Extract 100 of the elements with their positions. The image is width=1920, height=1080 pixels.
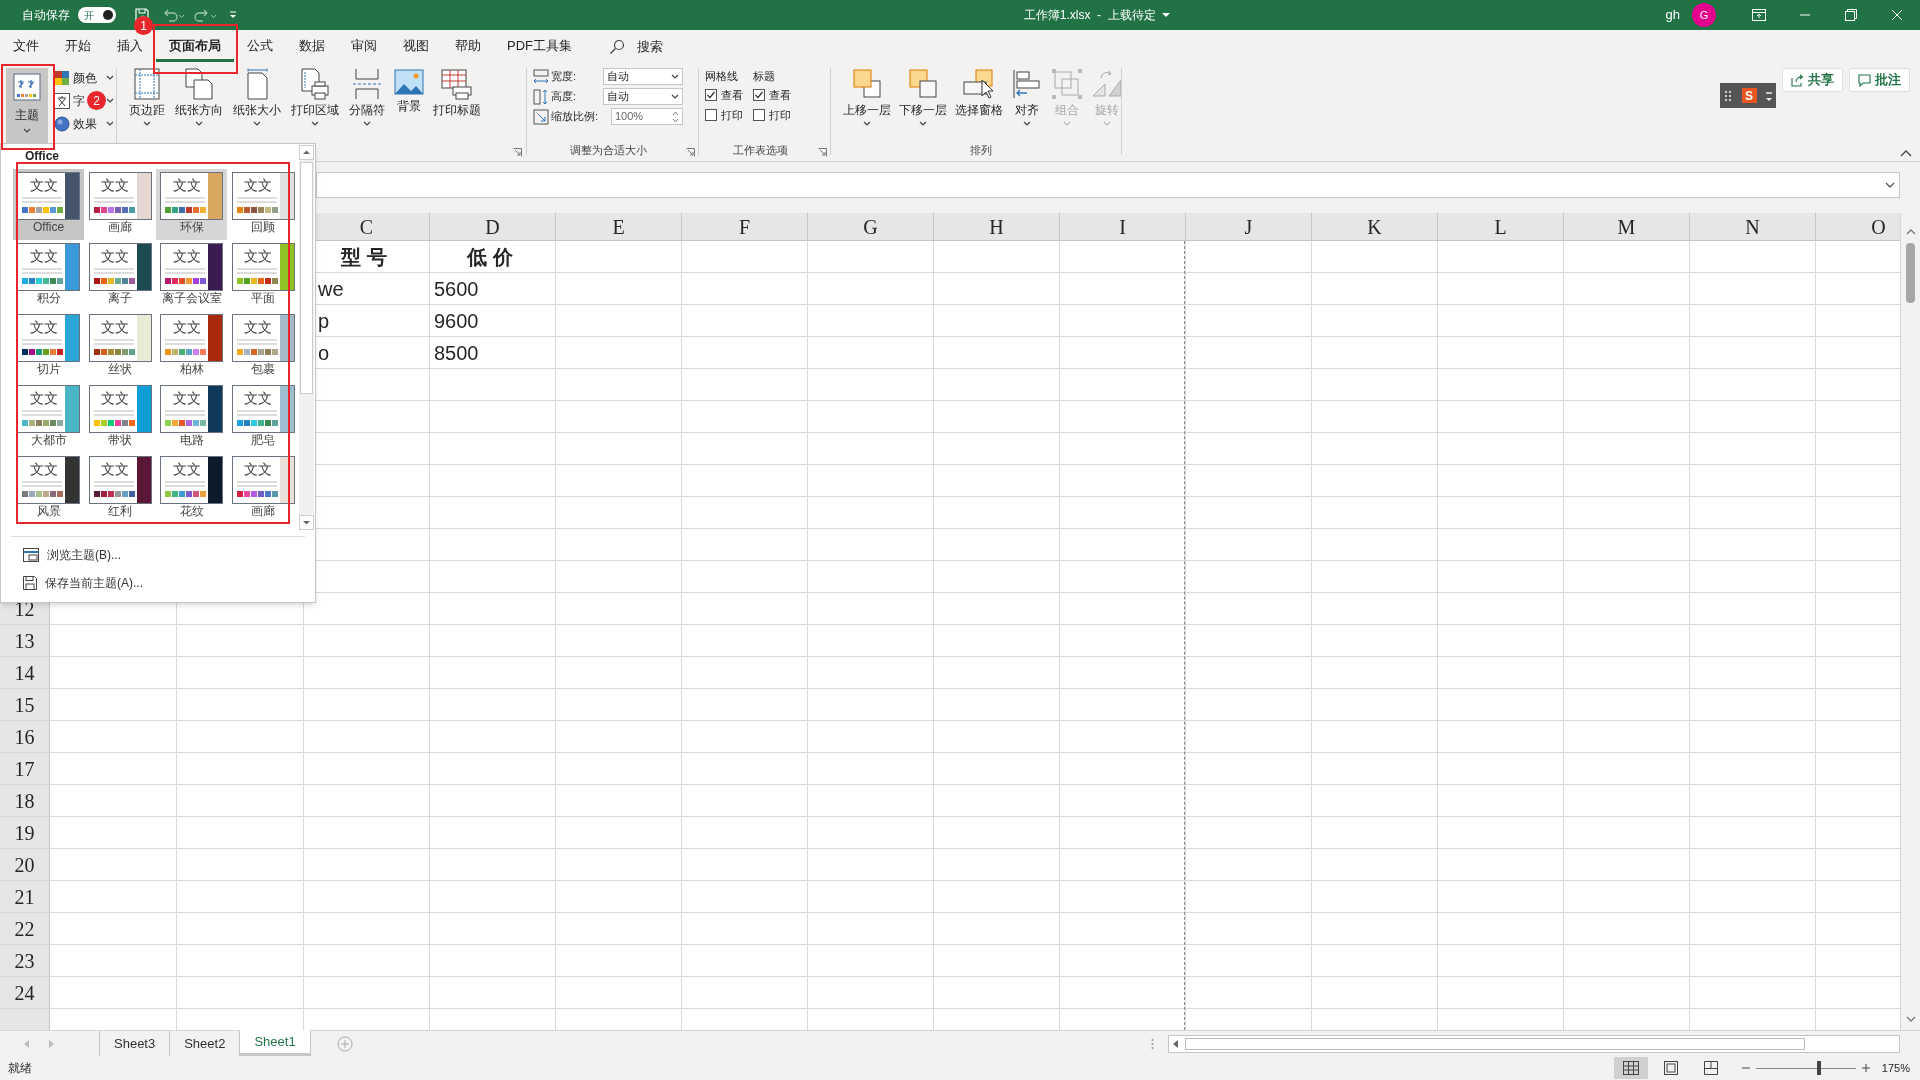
scroll-up-icon[interactable] <box>299 145 314 160</box>
column-header[interactable]: G <box>808 213 934 240</box>
vertical-scrollbar[interactable] <box>1900 213 1920 1030</box>
dropdown-field[interactable]: 自动 <box>603 68 683 85</box>
spinner-arrows-icon[interactable] <box>672 110 679 123</box>
dialog-launcher-icon[interactable] <box>686 148 695 157</box>
theme-option[interactable]: 文文 画廊 <box>227 453 299 524</box>
theme-option[interactable]: 文文 风景 <box>13 453 84 524</box>
zoom-slider[interactable] <box>1755 1061 1856 1075</box>
theme-option[interactable]: 文文 平面 <box>227 240 299 311</box>
row-header[interactable]: 15 <box>0 689 50 720</box>
zoom-out-icon[interactable] <box>1741 1064 1750 1072</box>
scroll-down-icon[interactable] <box>299 515 314 530</box>
ribbon-button[interactable]: 背景 <box>391 66 427 142</box>
row-header[interactable]: 19 <box>0 817 50 848</box>
column-header[interactable]: K <box>1312 213 1438 240</box>
comments-button[interactable]: 批注 <box>1849 68 1910 92</box>
ribbon-tab[interactable]: 公式 <box>234 32 286 62</box>
ribbon-tab[interactable]: PDF工具集 <box>494 32 585 62</box>
theme-option[interactable]: 文文 柏林 <box>156 311 227 382</box>
column-header[interactable]: H <box>934 213 1060 240</box>
search-icon[interactable] <box>609 39 625 55</box>
ribbon-tab[interactable]: 文件 <box>0 32 52 62</box>
redo-icon[interactable] <box>194 8 218 22</box>
ribbon-small-button[interactable]: 颜色 <box>54 68 116 87</box>
collapse-ribbon-icon[interactable] <box>1900 149 1912 157</box>
expand-icon[interactable] <box>1885 180 1895 190</box>
theme-option[interactable]: 文文 带状 <box>84 382 156 453</box>
theme-option[interactable]: 文文 画廊 <box>84 169 156 240</box>
ribbon-button[interactable]: 上移一层 <box>841 66 893 136</box>
caret-icon[interactable] <box>1161 12 1170 18</box>
theme-option[interactable]: 文文 肥皂 <box>227 382 299 453</box>
column-header[interactable]: I <box>1060 213 1186 240</box>
column-header[interactable]: L <box>1438 213 1564 240</box>
theme-option[interactable]: 文文 花纹 <box>156 453 227 524</box>
dropdown-caret-icon[interactable] <box>671 73 679 80</box>
ribbon-button[interactable]: 打印标题 <box>429 66 485 142</box>
dialog-launcher-icon[interactable] <box>818 148 827 157</box>
column-header[interactable]: E <box>556 213 682 240</box>
ribbon-button[interactable]: 纸张方向 <box>171 66 227 142</box>
save-icon[interactable] <box>134 7 150 23</box>
row-header[interactable]: 20 <box>0 849 50 880</box>
scroll-down-icon[interactable] <box>1905 1014 1916 1024</box>
checkbox[interactable] <box>705 109 717 121</box>
column-header[interactable]: J <box>1186 213 1312 240</box>
close-icon[interactable] <box>1891 9 1903 21</box>
menu-item[interactable]: 浏览主题(B)... <box>11 541 305 569</box>
sheet-tab[interactable]: Sheet1 <box>240 1030 311 1056</box>
theme-option[interactable]: 文文 红利 <box>84 453 156 524</box>
restore-icon[interactable] <box>1845 9 1857 21</box>
ribbon-button[interactable]: 分隔符 <box>345 66 389 142</box>
row-header[interactable]: 16 <box>0 721 50 752</box>
ribbon-button[interactable]: 页边距 <box>125 66 169 142</box>
scale-spinner[interactable]: 100% <box>611 108 683 125</box>
ribbon-tab[interactable]: 开始 <box>52 32 104 62</box>
autosave-toggle[interactable]: 开 <box>78 7 116 23</box>
ribbon-small-button[interactable]: 效果 <box>54 114 116 133</box>
dialog-launcher-icon[interactable] <box>513 148 522 157</box>
checkbox-option[interactable]: 查看 <box>753 87 791 103</box>
share-button[interactable]: 共享 <box>1782 68 1843 92</box>
ime-logo[interactable]: S <box>1741 88 1757 103</box>
theme-option[interactable]: 文文 电路 <box>156 382 227 453</box>
checkbox-option[interactable]: 打印 <box>753 107 791 123</box>
theme-option[interactable]: 文文 回顾 <box>227 169 299 240</box>
zoom-level[interactable]: 175% <box>1881 1059 1910 1077</box>
user-avatar[interactable]: G <box>1692 3 1716 27</box>
search-label[interactable]: 搜索 <box>637 37 663 57</box>
column-header[interactable]: N <box>1690 213 1816 240</box>
grip-icon[interactable] <box>1724 89 1733 102</box>
row-header[interactable]: 24 <box>0 977 50 1008</box>
scroll-thumb[interactable] <box>1185 1037 1805 1050</box>
theme-option[interactable]: 文文 包裹 <box>227 311 299 382</box>
ime-menu-icon[interactable] <box>1765 89 1772 102</box>
ribbon-button[interactable]: 纸张大小 <box>229 66 285 142</box>
theme-option[interactable]: 文文 丝状 <box>84 311 156 382</box>
row-header[interactable]: 17 <box>0 753 50 784</box>
row-header[interactable]: 14 <box>0 657 50 688</box>
checkbox-option[interactable]: 打印 <box>705 107 743 123</box>
ribbon-tab[interactable]: 插入 <box>104 32 156 62</box>
horizontal-scrollbar[interactable] <box>1168 1034 1900 1053</box>
theme-option[interactable]: 文文 大都市 <box>13 382 84 453</box>
customize-icon[interactable] <box>228 10 238 20</box>
theme-option[interactable]: 文文 离子会议室 <box>156 240 227 311</box>
checkbox[interactable] <box>753 109 765 121</box>
dropdown-caret-icon[interactable] <box>671 93 679 100</box>
theme-option[interactable]: 文文 切片 <box>13 311 84 382</box>
column-header[interactable]: D <box>430 213 556 240</box>
column-header[interactable]: M <box>1564 213 1690 240</box>
ribbon-tab[interactable]: 帮助 <box>442 32 494 62</box>
row-header[interactable]: 21 <box>0 881 50 912</box>
undo-icon[interactable] <box>162 8 186 22</box>
dropdown-field[interactable]: 自动 <box>603 88 683 105</box>
view-button[interactable] <box>1613 1057 1648 1079</box>
column-header[interactable]: F <box>682 213 808 240</box>
ribbon-button[interactable]: 对齐 <box>1009 66 1045 136</box>
gallery-scrollbar[interactable] <box>299 145 314 530</box>
scroll-up-icon[interactable] <box>1905 227 1916 237</box>
row-header[interactable]: 22 <box>0 913 50 944</box>
scroll-thumb[interactable] <box>300 162 313 394</box>
row-header[interactable]: 23 <box>0 945 50 976</box>
